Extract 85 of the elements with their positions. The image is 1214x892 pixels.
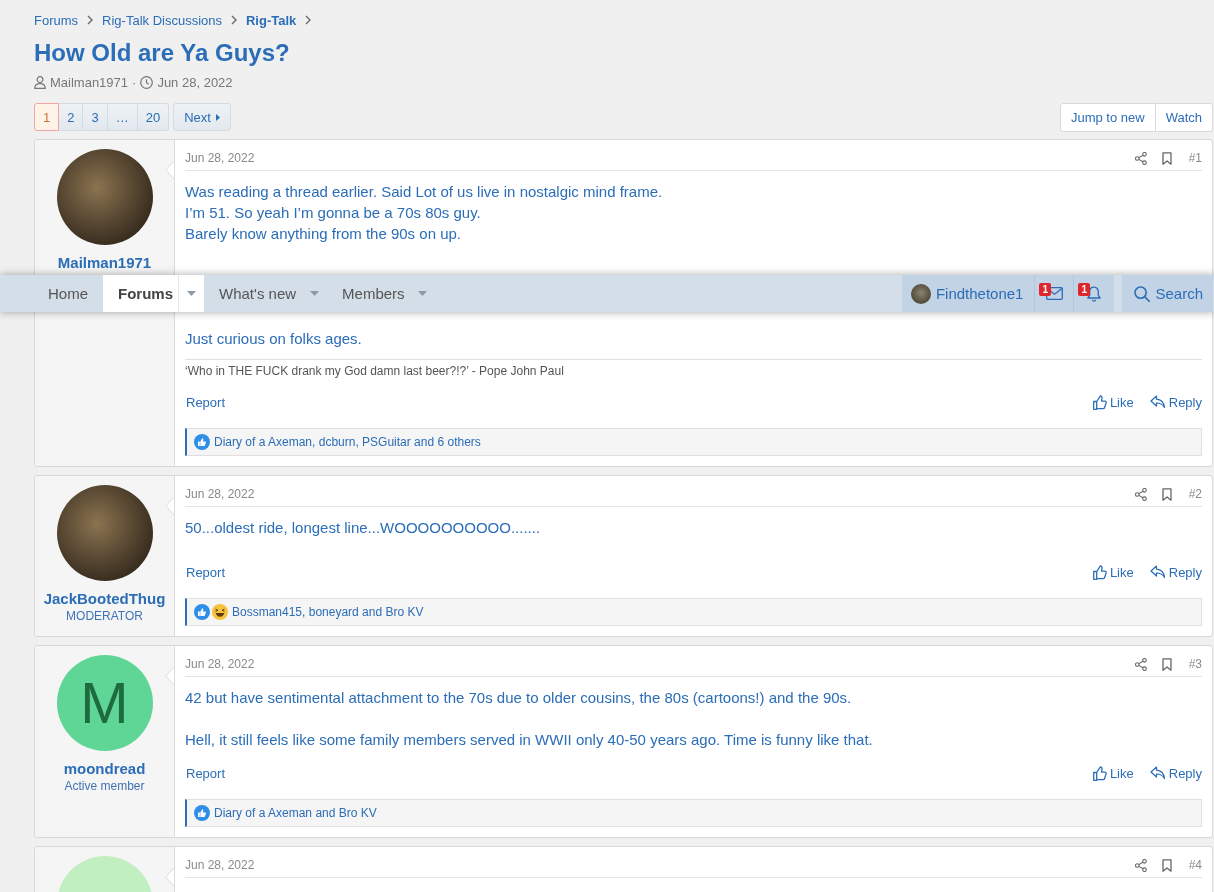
post-date: Jun 28, 2022 [185,151,256,165]
post-number-link[interactable]: #2 [1188,487,1202,501]
thread-date: Jun 28, 2022 [157,74,233,90]
separator-dot: · [132,74,137,90]
report-link[interactable]: Report [186,765,226,781]
page-button[interactable]: 3 [83,103,108,131]
person-icon [34,75,46,89]
bookmark-icon[interactable] [1161,487,1172,501]
username-link[interactable]: JackBootedThug [43,590,166,608]
like-button[interactable]: Like [1092,394,1134,410]
post-number-link[interactable]: #4 [1188,858,1202,872]
report-link[interactable]: Report [186,564,226,580]
chevron-right-icon [231,15,237,25]
post-date: Jun 28, 2022 [185,487,256,501]
reply-button[interactable]: Reply [1149,394,1202,410]
search-button[interactable]: Search [1122,275,1213,312]
user-menu-link[interactable]: Findthetone1 [901,275,1035,312]
letter-avatar[interactable]: M [56,655,153,751]
clock-icon [140,75,154,89]
reply-button[interactable]: Reply [1149,765,1202,781]
inbox-button[interactable]: 1 [1034,275,1074,312]
bell-icon [1087,285,1102,302]
page-button[interactable]: 2 [59,103,84,131]
post-number-link[interactable]: #1 [1188,151,1202,165]
reply-arrow-icon [1149,565,1166,579]
signature-text: ‘Who in THE FUCK drank my God damn last beer?!?’ - Pope John Paul [185,364,564,378]
user-title-text: Active member [64,778,145,794]
like-reaction-icon [194,805,210,821]
avatar-photo-placeholder [910,283,931,304]
thread-author-link[interactable]: Mailman1971 [50,74,129,90]
page-button[interactable]: 1 [34,103,60,131]
reactions-summary-link[interactable]: Diary of a Axeman and Bro KV [214,806,377,820]
reply-arrow-icon [1149,766,1166,780]
thread-action-button[interactable]: Watch [1155,102,1213,132]
thread-title: How Old are Ya Guys? [34,38,291,68]
share-icon[interactable] [1134,858,1147,872]
bookmark-icon[interactable] [1161,858,1172,872]
chevron-right-icon [305,15,312,25]
thread-action-button[interactable]: Jump to new [1059,102,1156,132]
post-number-link[interactable]: #3 [1188,657,1202,671]
nav-tab[interactable]: Members [327,275,436,312]
like-reaction-icon [194,604,210,620]
count-badge: 1 [1039,283,1052,296]
bookmark-icon[interactable] [1161,151,1172,165]
share-icon[interactable] [1134,657,1147,671]
page-button[interactable]: … [107,103,138,131]
like-button[interactable]: Like [1092,765,1134,781]
post-text: Just curious on folks ages. [185,329,363,349]
caret-down-icon[interactable] [187,291,197,296]
nav-tab[interactable]: Home [33,275,103,312]
caret-right-icon [215,113,220,121]
reactions-summary-link[interactable]: Diary of a Axeman, dcburn, PSGuitar and 6 others [214,435,481,449]
thumbs-up-icon [1092,394,1107,410]
post-text: 42 but have sentimental attachment to the 70s due to older cousins, the 80s (cartoons!) and the 90s. [185,688,853,708]
laughing-face-icon [212,604,228,620]
thumbs-up-icon [1092,564,1107,580]
count-badge: 1 [1078,283,1091,296]
breadcrumb-link[interactable]: Forums [34,12,79,28]
like-button[interactable]: Like [1092,564,1134,580]
post-text: Was reading a thread earlier. Said Lot of us live in nostalgic mind frame. I’m 51. So yeah I’m gonna be a 70s 80s guy. Barely know anything from the 90s on up. [185,182,664,244]
username-link[interactable]: moondread [63,760,146,778]
user-title-text: MODERATOR [66,608,143,624]
share-icon[interactable] [1134,151,1147,165]
next-page-button[interactable]: Next [173,103,231,131]
like-reaction-icon [194,434,210,450]
username-link[interactable]: Mailman1971 [57,254,152,272]
nav-tab[interactable]: Forums [103,275,205,312]
reactions-summary-link[interactable]: Bossman415, boneyard and Bro KV [232,605,424,619]
page-button[interactable]: 20 [137,103,170,131]
bookmark-icon[interactable] [1161,657,1172,671]
report-link[interactable]: Report [186,394,226,410]
post-date: Jun 28, 2022 [185,858,256,872]
post-text: Hell, it still feels like some family members served in WWII only 40-50 years ago. Time is funny like that. [185,730,874,750]
search-icon [1134,285,1151,302]
share-icon[interactable] [1134,487,1147,501]
breadcrumb-link[interactable]: Rig-Talk Discussions [102,12,222,28]
post-text: 50...oldest ride, longest line...WOOOOOOOOOO....... [185,518,542,538]
post-date: Jun 28, 2022 [185,657,256,671]
reply-button[interactable]: Reply [1149,564,1202,580]
chevron-right-icon [87,15,94,25]
thumbs-up-icon [1092,765,1107,781]
reply-arrow-icon [1149,395,1166,409]
alerts-button[interactable]: 1 [1073,275,1115,312]
breadcrumb-link[interactable]: Rig-Talk [246,12,297,28]
nav-tab[interactable]: What's new [204,275,328,312]
